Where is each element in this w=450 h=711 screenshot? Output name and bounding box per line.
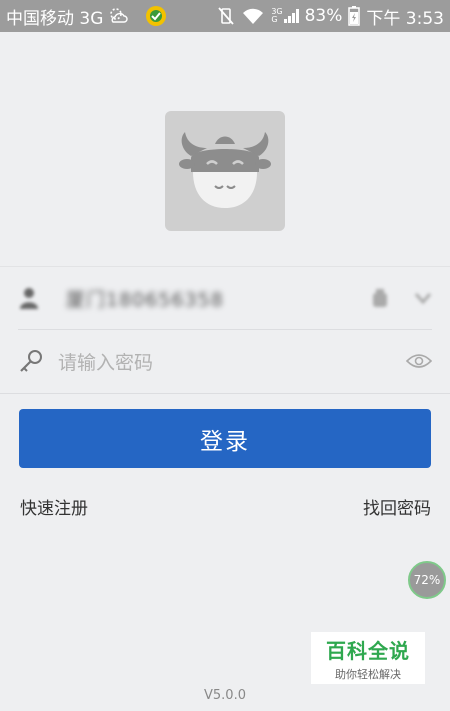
password-placeholder: 请输入密码 (58, 351, 154, 374)
account-dropdown-icon[interactable] (414, 291, 432, 305)
password-field[interactable]: 请输入密码 (18, 330, 432, 392)
vibrate-mute-icon (217, 6, 235, 26)
watermark-subtitle: 助你轻松解决 (335, 667, 401, 681)
clock: 下午 3:53 (366, 8, 444, 29)
version-label: V5.0.0 (204, 688, 246, 703)
signal-icon: 3G G (271, 8, 299, 24)
weather-icon (107, 6, 129, 26)
wifi-icon (241, 7, 265, 25)
key-icon (18, 348, 44, 374)
forgot-password-link[interactable]: 找回密码 (363, 494, 431, 519)
floating-memory-badge[interactable]: 72% (408, 561, 446, 599)
carrier-label: 中国移动 3G (6, 8, 104, 29)
clear-account-icon[interactable] (372, 288, 388, 308)
watermark: 百科全说 助你轻松解决 (311, 632, 425, 684)
account-field[interactable]: 厦门180656358 (18, 267, 432, 330)
login-button[interactable]: 登录 (19, 409, 431, 468)
network-type-sub-label: G (271, 15, 278, 24)
login-form: 厦门180656358 请输入密码 (0, 266, 450, 394)
quick-register-link[interactable]: 快速注册 (20, 494, 88, 519)
user-icon (18, 286, 40, 310)
battery-percent: 83% (304, 6, 343, 26)
avatar (165, 111, 285, 231)
cow-logo-icon (179, 132, 271, 208)
battery-charging-icon (348, 6, 361, 26)
app-notification-icon (145, 5, 167, 27)
status-bar: 中国移动 3G 3G G 83% 下午 3:53 (0, 0, 450, 32)
account-value: 厦门180656358 (66, 288, 224, 311)
watermark-title: 百科全说 (326, 638, 410, 663)
show-password-eye-icon[interactable] (406, 353, 432, 369)
